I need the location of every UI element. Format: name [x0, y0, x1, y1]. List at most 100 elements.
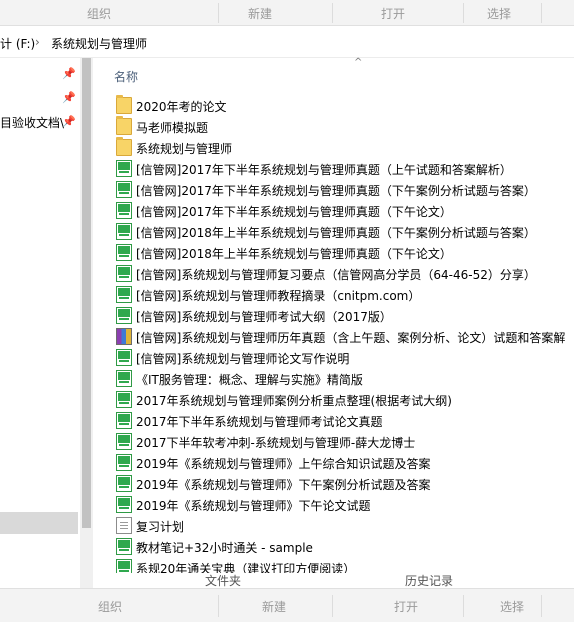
- pdf-icon: [116, 391, 132, 408]
- folder-icon: [116, 116, 132, 135]
- file-row[interactable]: [信管网]系统规划与管理师考试大纲（2017版）: [112, 305, 574, 326]
- file-name: 2019年《系统规划与管理师》下午论文试题: [136, 499, 371, 513]
- file-name: 系规20年通关宝典（建议打印方便阅读）: [136, 562, 356, 573]
- ribbon-group-select[interactable]: 选择: [487, 5, 511, 22]
- file-name: [信管网]2017年下半年系统规划与管理师真题（上午试题和答案解析）: [136, 163, 512, 177]
- sort-ascending-icon: ^: [354, 57, 363, 68]
- pdf-icon: [116, 223, 132, 240]
- pdf-icon: [116, 370, 132, 387]
- pdf-icon: [116, 160, 132, 177]
- file-row[interactable]: 2020年考的论文: [112, 95, 574, 116]
- file-row[interactable]: 2017年下半年系统规划与管理师考试论文真题: [112, 410, 574, 431]
- file-row[interactable]: 2019年《系统规划与管理师》下午论文试题: [112, 494, 574, 515]
- ribbon-group-open[interactable]: 打开: [394, 598, 418, 615]
- pdf-icon: [116, 412, 132, 429]
- file-row[interactable]: 2019年《系统规划与管理师》下午案例分析试题及答案: [112, 473, 574, 494]
- file-row[interactable]: [信管网]2017年下半年系统规划与管理师真题（下午论文）: [112, 200, 574, 221]
- folder-icon: [116, 95, 132, 114]
- pin-icon[interactable]: 📌: [62, 67, 76, 80]
- scrollbar-thumb[interactable]: [82, 58, 91, 528]
- file-name: [信管网]2017年下半年系统规划与管理师真题（下午案例分析试题与答案）: [136, 184, 536, 198]
- file-name: [信管网]2018年上半年系统规划与管理师真题（下午论文）: [136, 247, 452, 261]
- ribbon-divider: [541, 595, 542, 617]
- ribbon-divider: [332, 3, 333, 23]
- ribbon-divider: [218, 595, 219, 617]
- pdf-icon: [116, 202, 132, 219]
- ribbon-group-new[interactable]: 新建: [262, 598, 286, 615]
- file-name: [信管网]系统规划与管理师论文写作说明: [136, 352, 350, 366]
- file-name: 2019年《系统规划与管理师》下午案例分析试题及答案: [136, 478, 431, 492]
- file-row[interactable]: 马老师模拟题: [112, 116, 574, 137]
- pdf-icon: [116, 307, 132, 324]
- ribbon-divider: [463, 595, 464, 617]
- ribbon-divider: [463, 3, 464, 23]
- pin-icon[interactable]: 📌: [62, 91, 76, 104]
- breadcrumb[interactable]: 计 (F:) › 系统规划与管理师: [0, 26, 574, 58]
- file-row[interactable]: [信管网]2017年下半年系统规划与管理师真题（上午试题和答案解析）: [112, 158, 574, 179]
- file-row[interactable]: 2019年《系统规划与管理师》上午综合知识试题及答案: [112, 452, 574, 473]
- file-name: 2017年系统规划与管理师案例分析重点整理(根据考试大纲): [136, 394, 452, 408]
- file-row[interactable]: 系统规划与管理师: [112, 137, 574, 158]
- file-row[interactable]: 2017年系统规划与管理师案例分析重点整理(根据考试大纲): [112, 389, 574, 410]
- file-row[interactable]: [信管网]2017年下半年系统规划与管理师真题（下午案例分析试题与答案）: [112, 179, 574, 200]
- ghost-label: 文件夹: [205, 574, 242, 588]
- file-name: 2017年下半年系统规划与管理师考试论文真题: [136, 415, 383, 429]
- file-name: [信管网]系统规划与管理师历年真题（含上午题、案例分析、论文）试题和答案解: [136, 331, 566, 345]
- ribbon-bottom: 组织 新建 打开 选择: [0, 588, 574, 622]
- ghost-label: 历史记录: [405, 574, 454, 588]
- breadcrumb-folder[interactable]: 系统规划与管理师: [51, 35, 147, 52]
- text-file-icon: [116, 517, 132, 534]
- pdf-icon: [116, 244, 132, 261]
- file-row[interactable]: 复习计划: [112, 515, 574, 536]
- ribbon-top: 组织 新建 打开 选择: [0, 0, 574, 26]
- file-name: 2020年考的论文: [136, 100, 227, 114]
- file-name: 系统规划与管理师: [136, 142, 233, 156]
- ribbon-divider: [541, 3, 542, 23]
- pdf-icon: [116, 454, 132, 471]
- file-row[interactable]: 教材笔记+32小时通关 - sample: [112, 536, 574, 557]
- archive-icon: [116, 328, 132, 345]
- file-name: 2017下半年软考冲刺-系统规划与管理师-薛大龙博士: [136, 436, 416, 450]
- nav-selected-item[interactable]: [0, 512, 78, 534]
- file-name: 2019年《系统规划与管理师》上午综合知识试题及答案: [136, 457, 431, 471]
- file-row[interactable]: [信管网]2018年上半年系统规划与管理师真题（下午案例分析试题与答案）: [112, 221, 574, 242]
- file-row[interactable]: 2017下半年软考冲刺-系统规划与管理师-薛大龙博士: [112, 431, 574, 452]
- file-name: 马老师模拟题: [136, 121, 209, 135]
- pdf-icon: [116, 475, 132, 492]
- file-name: [信管网]系统规划与管理师教程摘录（cnitpm.com）: [136, 289, 421, 303]
- pdf-icon: [116, 496, 132, 513]
- file-row[interactable]: [信管网]2018年上半年系统规划与管理师真题（下午论文）: [112, 242, 574, 263]
- ribbon-divider: [218, 3, 219, 23]
- file-list: 2020年考的论文 马老师模拟题系统规划与管理师 [信管网]2017年下半年系统规划…: [112, 95, 574, 573]
- file-row[interactable]: [信管网]系统规划与管理师教程摘录（cnitpm.com）: [112, 284, 574, 305]
- ribbon-group-organize[interactable]: 组织: [87, 5, 111, 22]
- pdf-icon: [116, 433, 132, 450]
- file-row[interactable]: 《IT服务管理：概念、理解与实施》精简版: [112, 368, 574, 389]
- file-name: [信管网]系统规划与管理师考试大纲（2017版）: [136, 310, 392, 324]
- pdf-icon: [116, 181, 132, 198]
- nav-scrollbar[interactable]: [80, 58, 93, 588]
- ribbon-group-new[interactable]: 新建: [248, 5, 272, 22]
- pdf-icon: [116, 559, 132, 573]
- ribbon-divider: [332, 595, 333, 617]
- file-name: 《IT服务管理：概念、理解与实施》精简版: [136, 373, 363, 387]
- ribbon-group-organize[interactable]: 组织: [98, 598, 122, 615]
- column-header-name[interactable]: 名称: [114, 68, 138, 85]
- folder-icon: [116, 137, 132, 156]
- file-name: 复习计划: [136, 520, 185, 534]
- pdf-icon: [116, 265, 132, 282]
- file-name: [信管网]2018年上半年系统规划与管理师真题（下午案例分析试题与答案）: [136, 226, 536, 240]
- file-row[interactable]: [信管网]系统规划与管理师复习要点（信管网高分学员（64-46-52）分享）: [112, 263, 574, 284]
- pdf-icon: [116, 538, 132, 555]
- ribbon-group-select[interactable]: 选择: [500, 598, 524, 615]
- breadcrumb-drive[interactable]: 计 (F:): [0, 35, 35, 52]
- file-name: [信管网]系统规划与管理师复习要点（信管网高分学员（64-46-52）分享）: [136, 268, 536, 282]
- file-row[interactable]: [信管网]系统规划与管理师历年真题（含上午题、案例分析、论文）试题和答案解: [112, 326, 574, 347]
- file-row[interactable]: 系规20年通关宝典（建议打印方便阅读）: [112, 557, 574, 573]
- chevron-right-icon[interactable]: ›: [35, 35, 40, 49]
- file-name: [信管网]2017年下半年系统规划与管理师真题（下午论文）: [136, 205, 452, 219]
- ribbon-group-open[interactable]: 打开: [381, 5, 405, 22]
- pin-icon[interactable]: 📌: [62, 115, 76, 128]
- pdf-icon: [116, 286, 132, 303]
- file-row[interactable]: [信管网]系统规划与管理师论文写作说明: [112, 347, 574, 368]
